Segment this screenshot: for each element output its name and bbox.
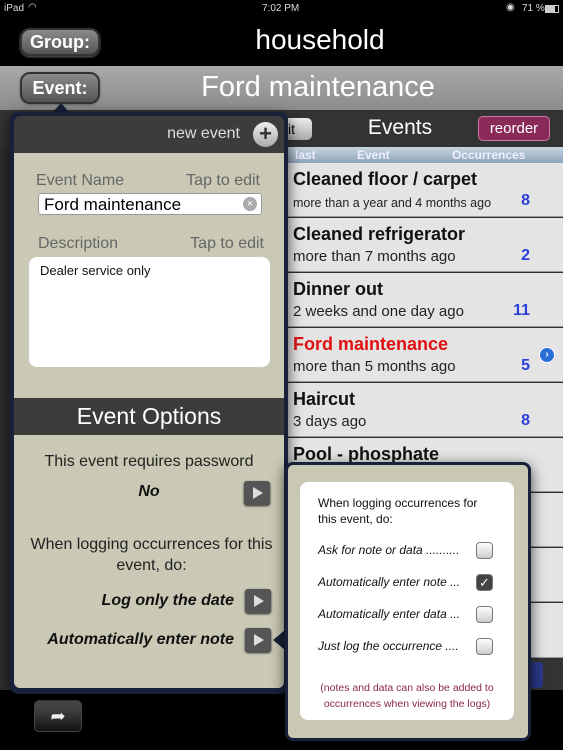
description-label: Description [38,235,119,252]
event-name-label: Event Name [36,172,125,189]
table-row[interactable]: Dinner out 2 weeks and one day ago 11 [285,273,563,327]
event-name-tap-hint: Tap to edit [186,172,260,189]
description-field[interactable]: Dealer service only [29,257,270,367]
event-header: Event: Ford maintenance [0,66,563,110]
password-arrow-button[interactable] [244,481,270,505]
battery-icon [545,5,559,13]
reorder-button[interactable]: reorder [478,116,550,141]
clear-icon[interactable]: × [243,197,257,211]
share-icon[interactable]: ➦ [34,700,82,732]
logging-option-label: Ask for note or data .......... [318,543,460,557]
new-event-label[interactable]: new event [167,125,240,143]
column-occurrences[interactable]: Occurrences [452,148,525,162]
logging-date-arrow-button[interactable] [245,589,271,613]
event-count: 8 [521,192,530,209]
event-button[interactable]: Event: [20,72,100,104]
table-row[interactable]: Cleaned refrigerator more than 7 months … [285,218,563,272]
logging-value-note: Automatically enter note [47,631,234,648]
event-last: 2 weeks and one day ago [293,303,464,320]
event-name-value: Ford maintenance [44,195,182,214]
event-name: Haircut [293,389,356,409]
event-name: Cleaned refrigerator [293,224,466,244]
popover-header: new event + [14,116,284,153]
event-name: Ford maintenance [293,334,449,354]
add-event-icon[interactable]: + [253,122,278,147]
table-row[interactable]: Haircut 3 days ago 8 [285,383,563,437]
detail-disclosure-icon[interactable]: › [539,347,555,363]
checkbox-icon[interactable] [476,606,493,623]
event-last: more than a year and 4 months ago [293,196,492,210]
table-row[interactable]: Cleaned floor / carpet more than a year … [285,163,563,217]
checkbox-icon[interactable] [476,638,493,655]
logging-footnote: (notes and data can also be added to occ… [320,682,494,710]
logging-option[interactable]: Ask for note or data .......... [318,541,498,561]
event-details: Event Name Tap to edit Ford maintenance … [14,153,284,398]
logging-option-label: Automatically enter data ... [318,607,461,621]
event-options: This event requires password No When log… [14,435,284,688]
logging-popover: When logging occurrences for this event,… [285,462,531,741]
event-name-field[interactable]: Ford maintenance × [38,193,262,215]
logging-option-label: Just log the occurrence .... [318,639,459,653]
checkbox-checked-icon[interactable]: ✓ [476,574,493,591]
event-last: 3 days ago [293,413,367,430]
password-label: This event requires password [44,453,254,470]
logging-options-panel: When logging occurrences for this event,… [300,482,514,720]
description-tap-hint: Tap to edit [190,235,264,252]
status-bar: iPad ◠ 7:02 PM ◉ 71 % [0,0,563,20]
event-name: Cleaned floor / carpet [293,169,478,189]
rotation-lock-icon: ◉ [506,2,515,13]
battery-level: 71 % [522,3,545,14]
logging-label: When logging occurrences for this event,… [30,536,273,574]
table-row[interactable]: Ford maintenance more than 5 months ago … [285,328,563,382]
event-options-title: Event Options [14,398,284,435]
column-headers: last Event Occurrences [285,147,563,163]
device-label: iPad [4,3,25,14]
logging-option[interactable]: Just log the occurrence .... [318,637,498,657]
event-count: 11 [513,302,530,319]
clock: 7:02 PM [262,3,300,14]
popover-arrow [273,630,285,650]
event-title: Ford maintenance [201,71,435,103]
event-last: more than 7 months ago [293,248,456,265]
event-popover: new event + Event Name Tap to edit Ford … [10,112,288,694]
logging-option-label: Automatically enter note ... [318,575,461,589]
column-last[interactable]: last [295,148,316,162]
event-count: 2 [521,247,530,264]
logging-option[interactable]: Automatically enter note ... ✓ [318,573,498,593]
event-count: 8 [521,412,530,429]
wifi-icon: ◠ [28,2,37,13]
column-event[interactable]: Event [357,148,390,162]
event-name: Dinner out [293,279,383,299]
logging-note-arrow-button[interactable] [245,628,271,652]
group-header: Group: household [0,20,563,66]
group-title: household [255,24,385,55]
logging-popover-title: When logging occurrences for this event,… [318,496,478,526]
logging-value-date: Log only the date [101,592,234,609]
event-count: 5 [521,357,530,374]
event-last: more than 5 months ago [293,358,456,375]
events-title: Events [367,116,433,139]
logging-option[interactable]: Automatically enter data ... [318,605,498,625]
checkbox-icon[interactable] [476,542,493,559]
description-value: Dealer service only [40,263,151,278]
group-button[interactable]: Group: [20,28,100,56]
